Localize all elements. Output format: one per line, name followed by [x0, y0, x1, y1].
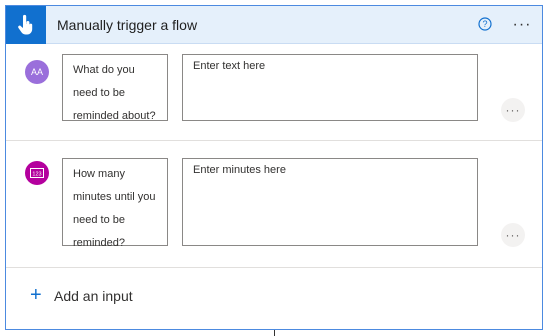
card-more-options-icon[interactable]: ···	[511, 15, 533, 35]
plus-icon: +	[30, 284, 42, 306]
flow-connector-line	[274, 330, 275, 336]
input-row-number: 123 How many minutes until you need to b…	[6, 141, 542, 268]
input-label-field[interactable]: How many minutes until you need to be re…	[62, 158, 168, 249]
svg-text:123: 123	[32, 171, 41, 177]
row-more-options-icon[interactable]: ···	[501, 98, 525, 122]
input-value-field[interactable]: Enter text here	[182, 54, 478, 121]
trigger-card: Manually trigger a flow ? ··· AA What do…	[5, 5, 543, 330]
hand-touch-icon	[18, 14, 33, 35]
text-type-icon: AA	[25, 60, 49, 84]
add-input-label: Add an input	[54, 288, 133, 304]
card-title: Manually trigger a flow	[57, 17, 198, 33]
help-circle-icon[interactable]: ?	[478, 17, 492, 31]
row-more-options-icon[interactable]: ···	[501, 223, 525, 247]
input-row-text: AA What do you need to be reminded about…	[6, 44, 542, 141]
input-value-field[interactable]: Enter minutes here	[182, 158, 478, 246]
trigger-icon-box	[6, 6, 46, 44]
input-label-field[interactable]: What do you need to be reminded about?	[62, 54, 168, 122]
card-header[interactable]: Manually trigger a flow ? ···	[6, 6, 542, 44]
number-type-icon: 123	[25, 161, 49, 185]
add-input-button[interactable]: + Add an input	[30, 284, 133, 306]
svg-text:?: ?	[482, 19, 487, 29]
number-glyph-icon: 123	[30, 168, 44, 178]
